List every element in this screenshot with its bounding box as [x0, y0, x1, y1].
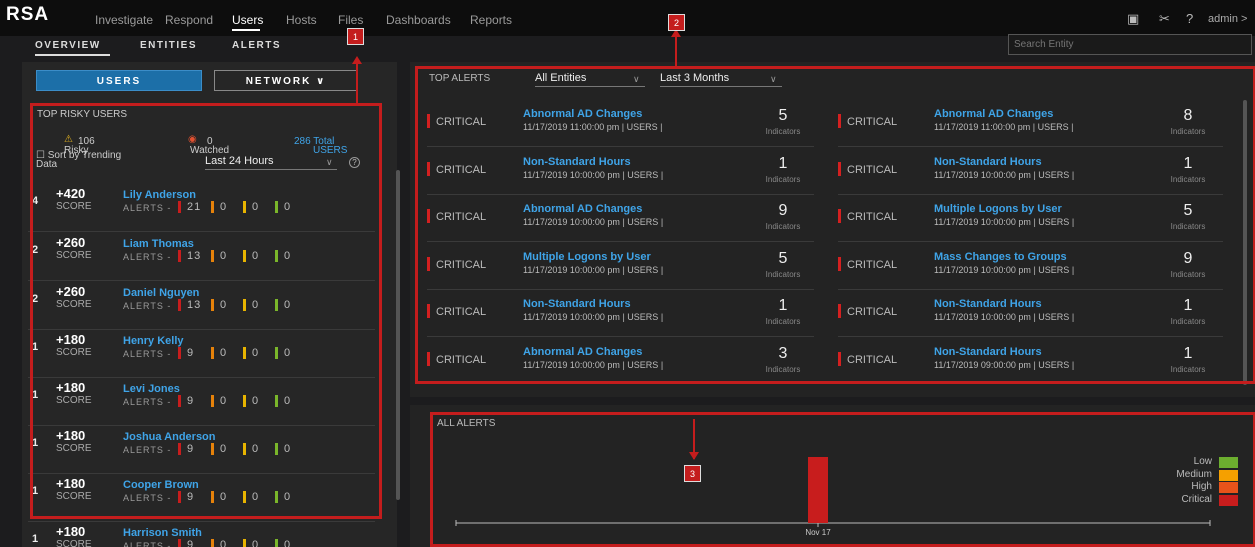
- nav-dashboards[interactable]: Dashboards: [386, 13, 451, 27]
- network-label: NETWORK: [245, 76, 312, 87]
- user-menu[interactable]: admin >: [1208, 13, 1247, 25]
- nav-investigate[interactable]: Investigate: [95, 13, 153, 27]
- annotation-line-1: [356, 64, 358, 104]
- tab-active-indicator: [35, 54, 110, 56]
- alert-count: 9: [178, 539, 194, 547]
- annotation-box-1: [30, 103, 382, 519]
- tab-overview[interactable]: OVERVIEW: [35, 40, 101, 51]
- annotation-badge-2: 2: [668, 14, 685, 31]
- nav-active-indicator: [232, 29, 260, 31]
- tools-icon[interactable]: ✂: [1159, 11, 1170, 27]
- score-label: SCORE: [56, 539, 92, 547]
- nav-hosts[interactable]: Hosts: [286, 13, 317, 27]
- help-icon[interactable]: ?: [1186, 11, 1193, 26]
- users-toggle-button[interactable]: USERS: [36, 70, 202, 91]
- user-rank: 1: [32, 533, 39, 545]
- annotation-box-2: [415, 66, 1255, 384]
- annotation-badge-1: 1: [347, 28, 364, 45]
- alert-count: 0: [211, 539, 227, 547]
- network-dropdown-button[interactable]: NETWORK ∨: [214, 70, 358, 91]
- user-name-link[interactable]: Harrison Smith: [123, 527, 202, 539]
- alert-count: 0: [243, 539, 259, 547]
- user-score: +180: [56, 524, 86, 539]
- report-icon[interactable]: ▣: [1127, 11, 1139, 27]
- nav-respond[interactable]: Respond: [165, 13, 213, 27]
- nav-reports[interactable]: Reports: [470, 13, 512, 27]
- alerts-label: ALERTS -: [123, 541, 172, 547]
- alert-count: 0: [275, 539, 291, 547]
- search-entity-input[interactable]: [1008, 34, 1252, 55]
- rsa-logo[interactable]: RSA: [6, 4, 49, 26]
- left-scrollbar[interactable]: [396, 170, 400, 500]
- annotation-box-3: [430, 412, 1255, 547]
- annotation-arrow-1: [352, 56, 362, 64]
- nav-files[interactable]: Files: [338, 13, 363, 27]
- tab-entities[interactable]: ENTITIES: [140, 40, 197, 51]
- tab-alerts[interactable]: ALERTS: [232, 40, 281, 51]
- annotation-arrow-3: [689, 452, 699, 460]
- nav-users[interactable]: Users: [232, 13, 263, 27]
- user-row[interactable]: 1 +180 SCORE Harrison Smith ALERTS - 9 0 0 0: [28, 522, 375, 547]
- chevron-down-icon: ∨: [316, 76, 327, 87]
- annotation-badge-3: 3: [684, 465, 701, 482]
